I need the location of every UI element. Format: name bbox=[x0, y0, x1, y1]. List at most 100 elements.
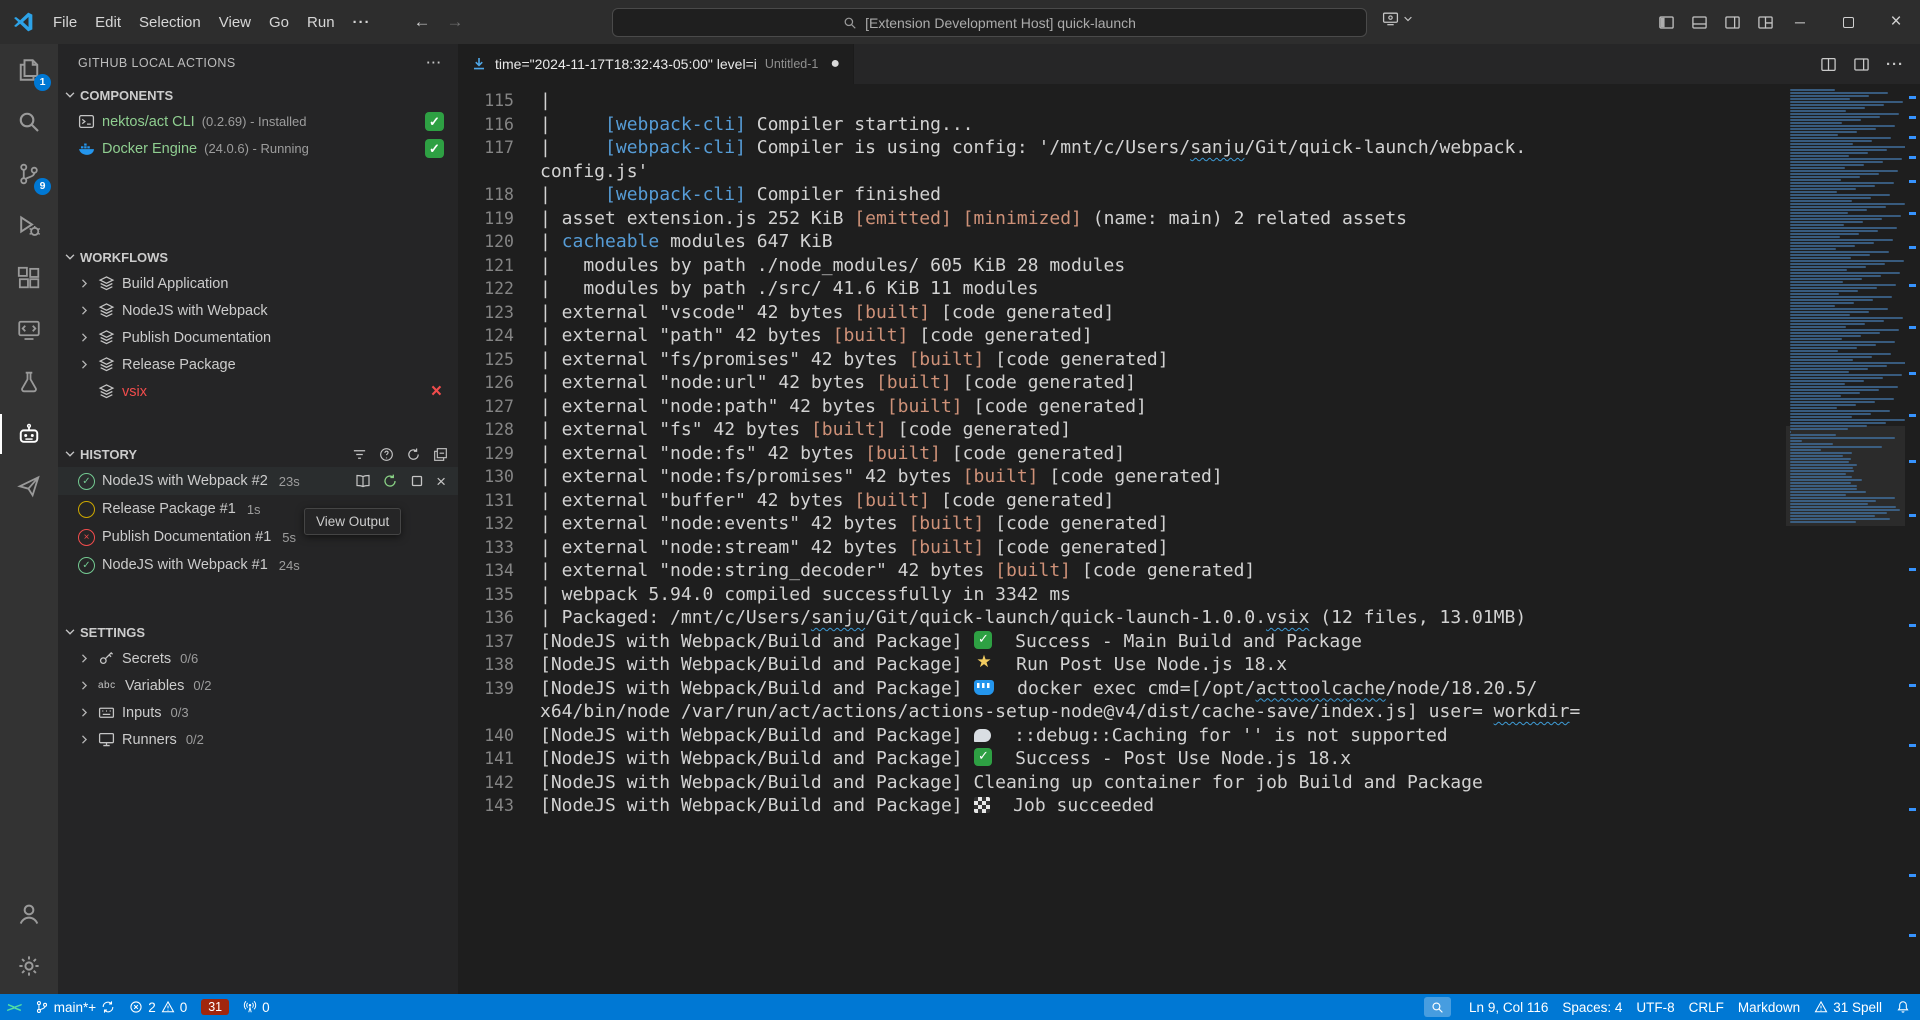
screencast-item[interactable] bbox=[1413, 994, 1462, 1020]
workflow-item[interactable]: Build Application bbox=[58, 270, 458, 297]
sidebar-github-local-actions: GITHUB LOCAL ACTIONS ··· COMPONENTS nekt… bbox=[58, 44, 458, 994]
activity-search[interactable] bbox=[0, 96, 58, 148]
workflow-item-error[interactable]: vsix× bbox=[58, 378, 458, 405]
activity-github-local-actions[interactable] bbox=[0, 408, 58, 460]
menu-selection[interactable]: Selection bbox=[130, 10, 210, 35]
activity-remote-explorer[interactable] bbox=[0, 304, 58, 356]
indentation[interactable]: Spaces: 4 bbox=[1555, 994, 1629, 1020]
toggle-panel-icon[interactable] bbox=[1691, 14, 1708, 31]
history-item[interactable]: ✓NodeJS with Webpack #223s× bbox=[58, 467, 458, 495]
menu-run[interactable]: Run bbox=[298, 10, 344, 35]
close-button[interactable]: × bbox=[1872, 0, 1920, 44]
command-center-search[interactable]: [Extension Development Host] quick-launc… bbox=[612, 8, 1367, 37]
remote-window-control[interactable] bbox=[1382, 10, 1414, 27]
workflow-item[interactable]: Release Package bbox=[58, 351, 458, 378]
workflow-name: Release Package bbox=[122, 357, 236, 373]
line-content: [NodeJS with Webpack/Build and Package] … bbox=[540, 653, 1287, 677]
layout-icon[interactable] bbox=[1853, 56, 1870, 73]
settings-item-runners[interactable]: Runners0/2 bbox=[58, 726, 458, 753]
language-mode[interactable]: Markdown bbox=[1731, 994, 1807, 1020]
tab-bar: time="2024-11-17T18:32:43-05:00" level=i… bbox=[458, 44, 1920, 84]
settings-item-secrets[interactable]: Secrets0/6 bbox=[58, 645, 458, 672]
section-header-settings[interactable]: SETTINGS bbox=[58, 619, 458, 645]
ports-item[interactable]: 0 bbox=[236, 994, 277, 1020]
section-header-components[interactable]: COMPONENTS bbox=[58, 82, 458, 108]
more-actions-icon[interactable]: ··· bbox=[1886, 56, 1904, 73]
checkbox-checked-icon[interactable]: ✓ bbox=[425, 139, 444, 158]
close-icon[interactable]: × bbox=[431, 382, 442, 401]
problems-badge-item[interactable]: 31 bbox=[194, 994, 236, 1020]
minimap-line bbox=[1790, 395, 1841, 397]
workflow-item[interactable]: Publish Documentation bbox=[58, 324, 458, 351]
settings-item-variables[interactable]: abcVariables0/2 bbox=[58, 672, 458, 699]
modified-dot-icon[interactable]: ● bbox=[830, 55, 840, 73]
minimap-line bbox=[1790, 242, 1874, 244]
bell-icon bbox=[1896, 1000, 1910, 1014]
close-icon[interactable]: × bbox=[436, 473, 446, 490]
component-name: nektos/act CLI bbox=[102, 114, 195, 130]
activity-source-control[interactable]: 9 bbox=[0, 148, 58, 200]
history-item[interactable]: ✓NodeJS with Webpack #124s bbox=[58, 551, 458, 579]
activity-deploy[interactable] bbox=[0, 460, 58, 512]
filter-icon[interactable] bbox=[352, 447, 367, 462]
minimap-line bbox=[1790, 365, 1887, 367]
component-item[interactable]: Docker Engine(24.0.6) - Running✓ bbox=[58, 135, 458, 162]
maximize-button[interactable] bbox=[1824, 0, 1872, 44]
help-icon[interactable] bbox=[379, 447, 394, 462]
branch-item[interactable]: main*+ bbox=[28, 994, 122, 1020]
problems-item[interactable]: 2 0 bbox=[122, 994, 194, 1020]
chevron-right-icon bbox=[78, 733, 91, 746]
section-header-workflows[interactable]: WORKFLOWS bbox=[58, 244, 458, 270]
ruler-mark bbox=[1909, 568, 1916, 571]
encoding[interactable]: UTF-8 bbox=[1629, 994, 1681, 1020]
split-editor-icon[interactable] bbox=[1820, 56, 1837, 73]
accounts-button[interactable] bbox=[0, 888, 58, 940]
code-area[interactable]: 115|116| [webpack-cli] Compiler starting… bbox=[458, 84, 1784, 994]
ruler-mark bbox=[1909, 212, 1916, 215]
view-output-icon[interactable] bbox=[355, 473, 371, 489]
spell-checker[interactable]: 31 Spell bbox=[1807, 994, 1889, 1020]
eol[interactable]: CRLF bbox=[1682, 994, 1731, 1020]
history-duration: 23s bbox=[279, 474, 300, 489]
activity-testing[interactable] bbox=[0, 356, 58, 408]
minimap-line bbox=[1790, 140, 1872, 142]
activity-explorer[interactable]: 1 bbox=[0, 44, 58, 96]
menu-go[interactable]: Go bbox=[260, 10, 298, 35]
forward-arrow-icon[interactable]: → bbox=[447, 12, 464, 32]
menu-edit[interactable]: Edit bbox=[86, 10, 130, 35]
cursor-position[interactable]: Ln 9, Col 116 bbox=[1462, 994, 1555, 1020]
checkbox-checked-icon[interactable]: ✓ bbox=[425, 112, 444, 131]
menu-more[interactable]: ··· bbox=[344, 10, 380, 35]
line-number: 136 bbox=[458, 606, 540, 630]
settings-item-inputs[interactable]: Inputs0/3 bbox=[58, 699, 458, 726]
menu-file[interactable]: File bbox=[44, 10, 86, 35]
minimap-line bbox=[1790, 230, 1878, 232]
notifications[interactable] bbox=[1889, 994, 1920, 1020]
layers-icon bbox=[98, 302, 115, 319]
layers-icon bbox=[98, 356, 115, 373]
workflow-item[interactable]: NodeJS with Webpack bbox=[58, 297, 458, 324]
minimap[interactable] bbox=[1786, 84, 1904, 994]
activity-extensions[interactable] bbox=[0, 252, 58, 304]
component-item[interactable]: nektos/act CLI(0.2.69) - Installed✓ bbox=[58, 108, 458, 135]
emoji-icon bbox=[974, 680, 994, 695]
line-number: 128 bbox=[458, 418, 540, 442]
back-arrow-icon[interactable]: ← bbox=[414, 12, 431, 32]
minimize-button[interactable]: ─ bbox=[1776, 0, 1824, 44]
refresh-icon[interactable] bbox=[406, 447, 421, 462]
line-content: | modules by path ./node_modules/ 605 Ki… bbox=[540, 254, 1125, 278]
collapse-all-icon[interactable] bbox=[433, 447, 448, 462]
toggle-secondary-sidebar-icon[interactable] bbox=[1724, 14, 1741, 31]
stop-icon[interactable] bbox=[409, 473, 425, 489]
sidebar-more-actions[interactable]: ··· bbox=[427, 56, 443, 70]
toggle-sidebar-icon[interactable] bbox=[1658, 14, 1675, 31]
rerun-icon[interactable] bbox=[382, 473, 398, 489]
customize-layout-icon[interactable] bbox=[1757, 14, 1774, 31]
tab-untitled-1[interactable]: time="2024-11-17T18:32:43-05:00" level=i… bbox=[458, 44, 854, 84]
remote-indicator[interactable]: >< bbox=[0, 994, 28, 1020]
activity-run-debug[interactable] bbox=[0, 200, 58, 252]
menu-view[interactable]: View bbox=[210, 10, 260, 35]
minimap-line bbox=[1790, 338, 1842, 340]
section-header-history[interactable]: HISTORY bbox=[58, 441, 458, 467]
settings-button[interactable] bbox=[0, 940, 58, 992]
